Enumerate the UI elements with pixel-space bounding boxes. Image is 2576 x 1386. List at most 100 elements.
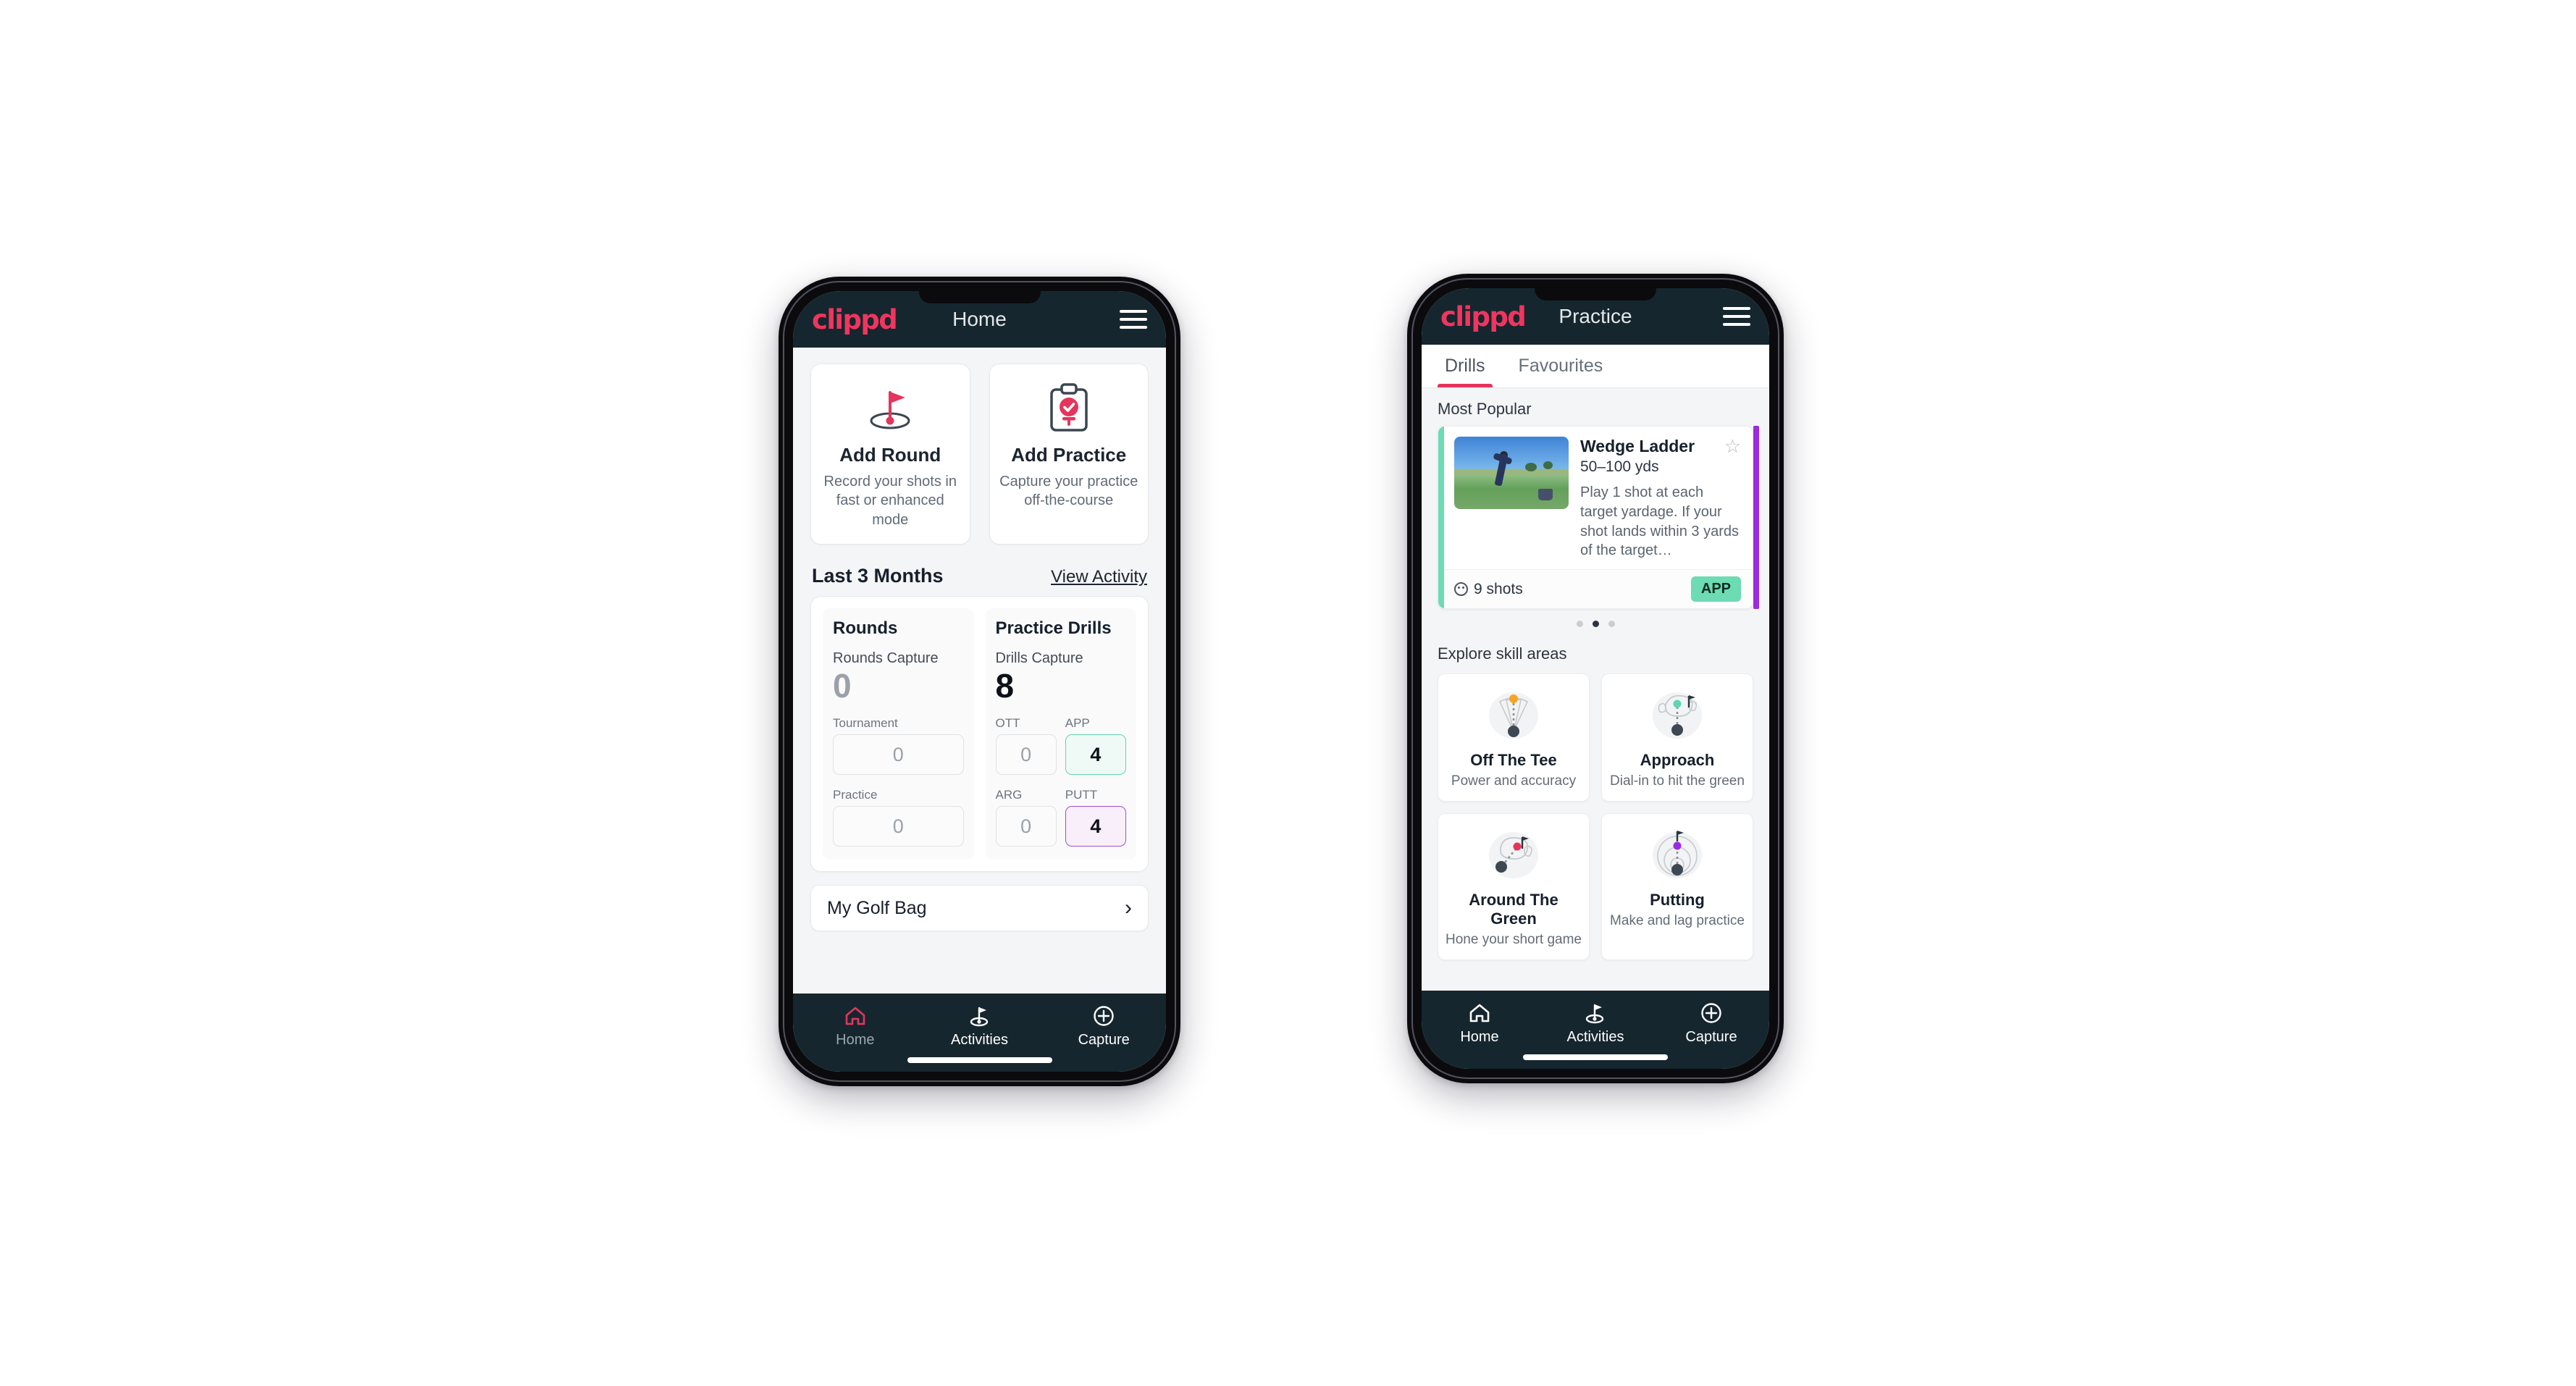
- nav-home-label: Home: [1460, 1029, 1499, 1045]
- app-value[interactable]: 4: [1065, 734, 1126, 776]
- nav-capture[interactable]: Capture: [1653, 1001, 1769, 1046]
- my-golf-bag-label: My Golf Bag: [827, 897, 927, 918]
- drill-meta: Wedge Ladder 50–100 yds ☆ Play 1 shot at…: [1580, 437, 1741, 560]
- arg-value[interactable]: 0: [995, 806, 1057, 847]
- hamburger-menu-icon[interactable]: [1120, 310, 1147, 329]
- phone-notch: [1535, 288, 1656, 301]
- tab-drills[interactable]: Drills: [1438, 345, 1493, 387]
- putt-field: PUTT 4: [1065, 788, 1126, 847]
- nav-home[interactable]: Home: [793, 1004, 918, 1049]
- drill-card-wedge-ladder[interactable]: Wedge Ladder 50–100 yds ☆ Play 1 shot at…: [1438, 426, 1753, 610]
- home-icon: [844, 1004, 866, 1028]
- practice-phone-frame: clippd Practice Drills Favourites Most P…: [1407, 274, 1784, 1083]
- chevron-right-icon: ›: [1125, 896, 1132, 920]
- add-round-subtitle: Record your shots in fast or enhanced mo…: [823, 474, 957, 528]
- arg-field: ARG 0: [995, 788, 1057, 847]
- drills-capture-label: Drills Capture: [995, 650, 1083, 667]
- most-popular-label: Most Popular: [1438, 400, 1532, 418]
- screenshot-canvas: clippd Home Add Round Record your shots …: [0, 0, 2576, 1386]
- skill-card-putting[interactable]: Putting Make and lag practice: [1601, 813, 1753, 961]
- home-icon: [1469, 1001, 1490, 1025]
- clippd-logo[interactable]: clippd: [812, 306, 898, 333]
- ott-field: OTT 0: [995, 716, 1057, 776]
- app-field: APP 4: [1065, 716, 1126, 776]
- pager-dot-active[interactable]: [1592, 621, 1599, 628]
- explore-skill-areas-label: Explore skill areas: [1438, 644, 1567, 663]
- drill-title: Wedge Ladder: [1580, 437, 1695, 455]
- drill-row-2: ARG 0 PUTT 4: [995, 788, 1126, 847]
- skill-subtitle: Power and accuracy: [1451, 773, 1577, 789]
- tournament-label: Tournament: [833, 716, 898, 731]
- golf-ball-icon: [1454, 582, 1468, 597]
- putt-label: PUTT: [1065, 788, 1098, 802]
- my-golf-bag-row[interactable]: My Golf Bag ›: [810, 885, 1149, 932]
- view-activity-link[interactable]: View Activity: [1051, 567, 1147, 587]
- nav-home[interactable]: Home: [1422, 1001, 1537, 1046]
- tab-drills-label: Drills: [1445, 356, 1485, 376]
- pager-dot[interactable]: [1576, 621, 1583, 628]
- section-title: Last 3 Months: [812, 565, 944, 587]
- practice-content: Most Popular Wedge Ladder 50–100 yds ☆ P…: [1422, 388, 1769, 991]
- skill-card-approach[interactable]: Approach Dial-in to hit the green: [1601, 673, 1753, 802]
- shots-label: 9 shots: [1474, 580, 1523, 597]
- add-practice-title: Add Practice: [1011, 444, 1127, 466]
- skill-title: Approach: [1640, 751, 1715, 770]
- skill-card-off-the-tee[interactable]: Off The Tee Power and accuracy: [1438, 673, 1590, 802]
- drill-description: Play 1 shot at each target yardage. If y…: [1580, 484, 1740, 559]
- pager-dot[interactable]: [1608, 621, 1615, 628]
- stats-card: Rounds Rounds Capture 0 Tournament 0 Pra…: [810, 596, 1149, 873]
- nav-capture[interactable]: Capture: [1041, 1004, 1166, 1049]
- add-round-title: Add Round: [839, 444, 941, 466]
- golf-flag-icon: [968, 1004, 991, 1028]
- nav-home-label: Home: [836, 1032, 875, 1048]
- ott-value[interactable]: 0: [995, 734, 1057, 776]
- drill-card-top: Wedge Ladder 50–100 yds ☆ Play 1 shot at…: [1438, 427, 1753, 569]
- add-practice-card[interactable]: Add Practice Capture your practice off-t…: [989, 364, 1149, 545]
- clippd-logo[interactable]: clippd: [1440, 303, 1527, 330]
- nav-capture-label: Capture: [1078, 1032, 1130, 1048]
- nav-activities-label: Activities: [1566, 1029, 1624, 1045]
- clipboard-check-tee-icon: [999, 380, 1140, 437]
- practice-value[interactable]: 0: [833, 806, 964, 847]
- ott-label: OTT: [995, 716, 1020, 731]
- skill-card-around-the-green[interactable]: Around The Green Hone your short game: [1438, 813, 1590, 961]
- tab-favourites-label: Favourites: [1518, 356, 1603, 376]
- phone-notch: [918, 291, 1041, 303]
- skill-title: Putting: [1650, 891, 1705, 910]
- home-phone-frame: clippd Home Add Round Record your shots …: [779, 277, 1180, 1086]
- drills-capture-value: 8: [995, 667, 1015, 705]
- tournament-value[interactable]: 0: [833, 734, 964, 776]
- skill-title: Around The Green: [1469, 891, 1558, 928]
- tab-favourites[interactable]: Favourites: [1511, 345, 1611, 387]
- rounds-capture-label: Rounds Capture: [833, 650, 939, 667]
- next-card-peek[interactable]: [1752, 426, 1759, 610]
- golf-flag-icon: [1584, 1001, 1607, 1025]
- approach-green-icon: [1608, 684, 1747, 747]
- putt-value[interactable]: 4: [1065, 806, 1126, 847]
- nav-activities[interactable]: Activities: [1537, 1001, 1653, 1046]
- rounds-heading: Rounds: [833, 618, 898, 639]
- tournament-field: Tournament 0: [833, 716, 964, 776]
- star-outline-icon[interactable]: ☆: [1724, 437, 1741, 455]
- nav-activities[interactable]: Activities: [918, 1004, 1042, 1049]
- drill-title-row: Wedge Ladder 50–100 yds ☆: [1580, 437, 1741, 476]
- practice-label: Practice: [833, 788, 878, 802]
- hamburger-menu-icon[interactable]: [1723, 307, 1750, 326]
- skill-areas-grid: Off The Tee Power and accuracy Approach …: [1422, 671, 1769, 972]
- drill-accent-bar: [1438, 427, 1444, 609]
- drill-card-footer: 9 shots APP: [1438, 569, 1753, 609]
- drill-row-1: OTT 0 APP 4: [995, 716, 1126, 776]
- home-indicator: [907, 1057, 1052, 1063]
- plus-circle-icon: [1700, 1001, 1722, 1025]
- practice-drills-column: Practice Drills Drills Capture 8 OTT 0 A…: [985, 608, 1136, 860]
- add-round-card[interactable]: Add Round Record your shots in fast or e…: [810, 364, 970, 545]
- skill-title: Off The Tee: [1470, 751, 1557, 770]
- shots-count: 9 shots: [1454, 581, 1523, 598]
- rounds-column: Rounds Rounds Capture 0 Tournament 0 Pra…: [823, 608, 974, 860]
- around-green-icon: [1444, 824, 1583, 886]
- practice-tabs: Drills Favourites: [1422, 345, 1769, 388]
- skill-subtitle: Dial-in to hit the green: [1610, 773, 1745, 789]
- nav-capture-label: Capture: [1685, 1029, 1737, 1045]
- practice-field: Practice 0: [833, 788, 964, 847]
- drill-yardage: 50–100 yds: [1580, 458, 1659, 475]
